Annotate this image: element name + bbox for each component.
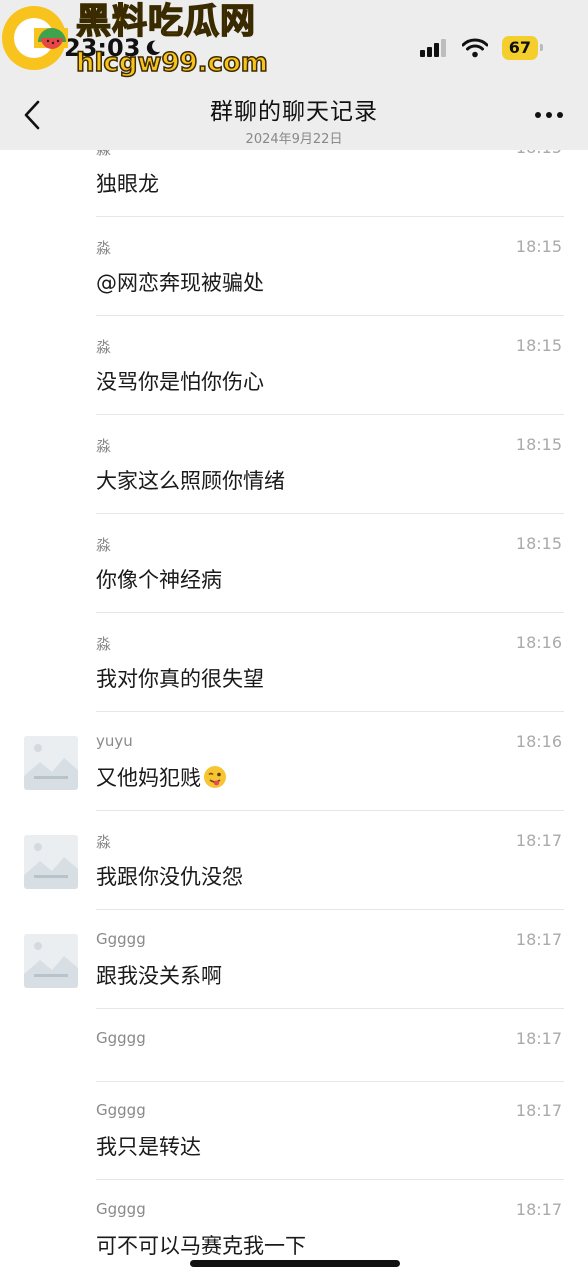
message-time: 18:15 <box>515 336 562 355</box>
message-text-row: 又他妈犯贱 <box>96 762 227 792</box>
message-time: 18:17 <box>515 1029 562 1048</box>
page-title: 群聊的聊天记录 <box>210 99 378 125</box>
message-sender: Ggggg <box>96 930 146 948</box>
home-indicator[interactable] <box>190 1260 400 1267</box>
watermark-line-2: hlcgw99.com <box>75 47 268 79</box>
message-sender: 淼 <box>96 239 112 257</box>
message-time: 18:17 <box>515 1200 562 1219</box>
divider <box>96 1081 564 1082</box>
message-time: 18:15 <box>515 237 562 256</box>
page-subtitle-date: 2024年9月22日 <box>245 132 343 147</box>
message-list[interactable]: 淼 18:15 独眼龙 淼 18:15 @网恋奔现被骗处 淼 18:15 没骂你… <box>0 0 588 1280</box>
avatar[interactable] <box>24 736 78 790</box>
message-time: 18:16 <box>515 633 562 652</box>
image-placeholder-icon <box>24 934 78 988</box>
message-text: 我对你真的很失望 <box>96 667 264 691</box>
message-sender: Ggggg <box>96 1101 146 1119</box>
winking-tongue-face-icon <box>204 766 226 788</box>
message-text: 没骂你是怕你伤心 <box>96 370 264 394</box>
avatar[interactable] <box>24 835 78 889</box>
more-options-icon[interactable] <box>534 108 564 122</box>
divider <box>96 216 564 217</box>
message-text: 我只是转达 <box>96 1135 201 1159</box>
chat-history-screen: 淼 18:15 独眼龙 淼 18:15 @网恋奔现被骗处 淼 18:15 没骂你… <box>0 0 588 1280</box>
avatar[interactable] <box>24 934 78 988</box>
divider <box>96 711 564 712</box>
message-time: 18:15 <box>515 534 562 553</box>
message-sender: 淼 <box>96 437 112 455</box>
battery-indicator: 67 <box>501 36 544 60</box>
divider <box>96 315 564 316</box>
divider <box>96 513 564 514</box>
watermark-logo-icon <box>2 6 68 70</box>
message-sender: 淼 <box>96 635 112 653</box>
message-sender: 淼 <box>96 338 112 356</box>
message-time: 18:17 <box>515 930 562 949</box>
cellular-signal-icon <box>419 39 446 57</box>
message-text: 跟我没关系啊 <box>96 964 222 988</box>
divider <box>96 909 564 910</box>
message-sender: Ggggg <box>96 1029 146 1047</box>
divider <box>96 612 564 613</box>
image-placeholder-icon <box>24 835 78 889</box>
wifi-icon <box>461 38 488 58</box>
divider <box>96 414 564 415</box>
image-placeholder-icon <box>24 736 78 790</box>
message-text: @网恋奔现被骗处 <box>96 271 264 295</box>
message-text: 独眼龙 <box>96 172 159 196</box>
status-bar-indicators: 67 <box>419 36 544 60</box>
divider <box>96 810 564 811</box>
message-text: 我跟你没仇没怨 <box>96 865 243 889</box>
message-time: 18:16 <box>515 732 562 751</box>
message-text: 可不可以马赛克我一下 <box>96 1234 306 1258</box>
message-text: 你像个神经病 <box>96 568 222 592</box>
watermark-line-1: 黑料吃瓜网 <box>75 1 257 43</box>
message-sender: yuyu <box>96 732 133 750</box>
watermark-text: 黑料吃瓜网 hlcgw99.com <box>75 0 268 79</box>
message-sender: 淼 <box>96 536 112 554</box>
message-sender: Ggggg <box>96 1200 146 1218</box>
message-time: 18:15 <box>515 435 562 454</box>
title-block: 群聊的聊天记录 2024年9月22日 <box>0 92 588 147</box>
divider <box>96 1008 564 1009</box>
divider <box>96 1179 564 1180</box>
message-text: 又他妈犯贱 <box>96 766 201 790</box>
message-time: 18:17 <box>515 831 562 850</box>
message-time: 18:17 <box>515 1101 562 1120</box>
message-sender: 淼 <box>96 833 112 851</box>
message-text: 大家这么照顾你情绪 <box>96 469 285 493</box>
